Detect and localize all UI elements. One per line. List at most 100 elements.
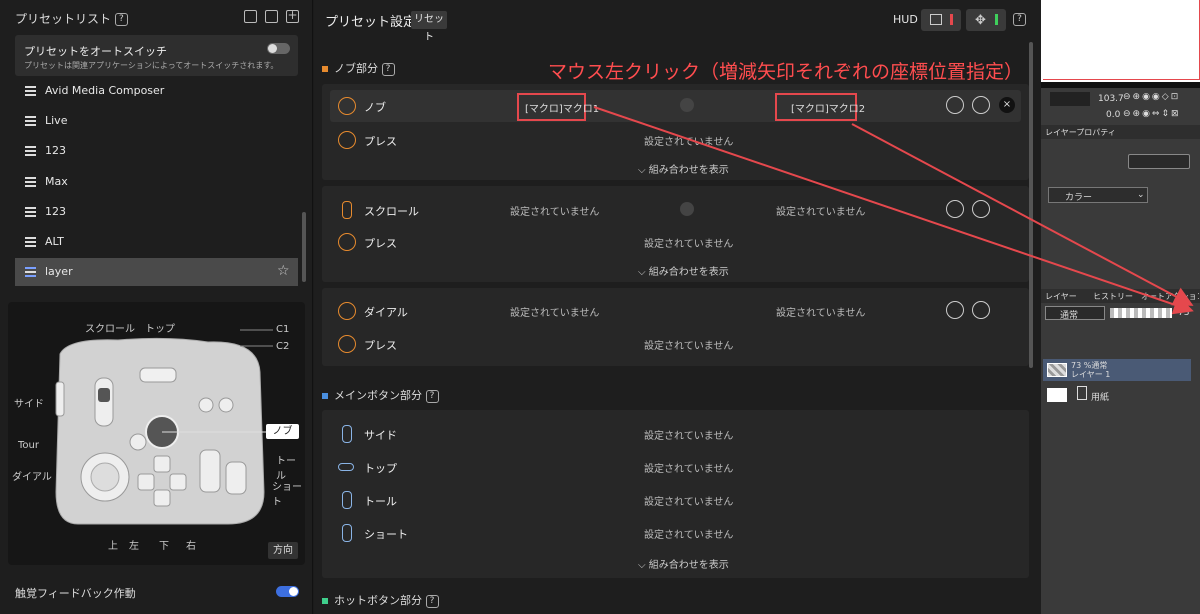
help-icon[interactable]: ?: [114, 13, 128, 26]
auto-switch-desc: プリセットは関連アプリケーションによってオートスイッチされます。: [24, 61, 279, 70]
rotate-controls[interactable]: ⊖⊕◉⇔⇕⊠: [1123, 109, 1181, 119]
preset-item[interactable]: Avid Media Composer: [15, 77, 298, 105]
section-title-text: ホットボタン部分: [334, 594, 422, 607]
label-top: トップ: [145, 324, 175, 335]
hot-button-section-title: ホットボタン部分 ?: [322, 592, 439, 608]
row-value[interactable]: 設定されていません: [644, 460, 733, 475]
auto-switch-title: プリセットをオートスイッチ: [24, 45, 167, 58]
expand-combinations[interactable]: ⌵ 組み合わせを表示: [638, 161, 729, 176]
expand-combinations[interactable]: ⌵ 組み合わせを表示: [638, 263, 729, 278]
toll-icon: [342, 491, 352, 509]
preset-item[interactable]: 123: [15, 198, 298, 226]
row-value[interactable]: 設定されていません: [644, 235, 733, 250]
swap-icon[interactable]: [680, 98, 694, 112]
dpad-icon: ✥: [975, 13, 986, 28]
hud-list-button[interactable]: [921, 9, 961, 31]
hud-pad-button[interactable]: ✥: [966, 9, 1006, 31]
tab-layer-properties[interactable]: レイヤープロパティ: [1045, 127, 1116, 138]
haptic-label: 触覚フィードバック作動: [15, 587, 136, 600]
export-icon[interactable]: [244, 10, 257, 23]
row-left-value[interactable]: 設定されていません: [510, 203, 599, 218]
expression-color-select[interactable]: [1128, 154, 1190, 169]
preset-item-selected[interactable]: layer ☆: [15, 258, 298, 286]
tab-auto-action[interactable]: オートアクション: [1141, 291, 1199, 302]
label-dial: ダイアル: [12, 472, 52, 483]
row-value[interactable]: 設定されていません: [644, 493, 733, 508]
gear-icon[interactable]: [972, 96, 990, 114]
haptic-toggle[interactable]: [276, 586, 299, 597]
label-up: 上: [108, 541, 118, 552]
row-right-value[interactable]: 設定されていません: [776, 203, 865, 218]
layer-row-paper[interactable]: 用紙: [1043, 384, 1191, 406]
zoom-controls[interactable]: ⊖⊕◉◉◇⊡: [1123, 92, 1180, 102]
list-icon: [930, 14, 942, 25]
preset-name: Avid Media Composer: [45, 84, 165, 97]
dial-card: ダイアル 設定されていません 設定されていません プレス 設定されていません: [322, 288, 1029, 366]
label-left: 左: [129, 541, 139, 552]
expand-label: 組み合わせを表示: [648, 560, 729, 571]
row-right-value[interactable]: 設定されていません: [776, 304, 865, 319]
help-icon[interactable]: ?: [425, 389, 439, 403]
swap-icon[interactable]: [680, 202, 694, 216]
label-knob: ノブ: [266, 424, 299, 439]
label-c1: C1: [276, 324, 290, 335]
button-row: トール 設定されていません: [330, 484, 1021, 516]
row-value[interactable]: 設定されていません: [644, 337, 733, 352]
preset-item[interactable]: Max: [15, 168, 298, 196]
preset-item[interactable]: 123: [15, 137, 298, 165]
section-title-text: ノブ部分: [334, 62, 378, 75]
row-value[interactable]: 設定されていません: [644, 526, 733, 541]
menu-icon: [25, 237, 36, 247]
help-icon[interactable]: ?: [1013, 13, 1026, 26]
blend-mode-select[interactable]: 通常: [1045, 306, 1105, 321]
layer-row-selected[interactable]: 73 %通常 レイヤー 1: [1043, 359, 1191, 381]
row-label: ショート: [364, 528, 408, 541]
split-icon[interactable]: [946, 96, 964, 114]
split-icon[interactable]: [946, 301, 964, 319]
color-select[interactable]: カラー ⌄: [1048, 187, 1148, 203]
preset-item[interactable]: Live: [15, 107, 298, 135]
tab-layer[interactable]: レイヤー: [1045, 291, 1077, 302]
star-icon[interactable]: ☆: [277, 263, 290, 279]
expand-combinations[interactable]: ⌵ 組み合わせを表示: [638, 556, 729, 571]
help-icon[interactable]: ?: [425, 594, 439, 608]
gear-icon[interactable]: [972, 200, 990, 218]
scroll-icon: [342, 201, 352, 219]
paper-thumbnail: [1047, 388, 1067, 402]
label-scroll: スクロール: [85, 324, 135, 335]
add-preset-icon[interactable]: +: [286, 9, 299, 23]
press-icon: [338, 335, 356, 353]
settings-scrollbar[interactable]: [1029, 42, 1033, 368]
dial-row: ダイアル 設定されていません 設定されていません: [330, 295, 1021, 327]
layer-tab-bar: レイヤー ヒストリー オートアクション: [1041, 289, 1200, 303]
paper-icon: [1077, 386, 1087, 400]
menu-icon: [25, 177, 36, 187]
zoom-value: 103.7: [1098, 94, 1124, 104]
opacity-slider[interactable]: [1110, 308, 1172, 318]
tab-history[interactable]: ヒストリー: [1093, 291, 1133, 302]
preset-name: 123: [45, 144, 66, 157]
main-buttons-card: サイド 設定されていません トップ 設定されていません トール 設定されていません シ…: [322, 410, 1029, 578]
dial-icon: [338, 302, 356, 320]
row-value[interactable]: 設定されていません: [644, 427, 733, 442]
knob-left-action[interactable]: [マクロ]マクロ1: [525, 100, 599, 115]
paper-label: 用紙: [1091, 393, 1110, 403]
split-icon[interactable]: [946, 200, 964, 218]
label-c2: C2: [276, 341, 290, 352]
help-icon[interactable]: ?: [381, 62, 395, 76]
knob-right-action[interactable]: [マクロ]マクロ2: [791, 100, 865, 115]
preset-name: Max: [45, 175, 68, 188]
direction-button[interactable]: 方向: [268, 542, 298, 559]
preset-list-scrollbar[interactable]: [302, 212, 306, 282]
row-value[interactable]: 設定されていません: [644, 133, 733, 148]
row-left-value[interactable]: 設定されていません: [510, 304, 599, 319]
gear-icon[interactable]: [972, 301, 990, 319]
preset-item[interactable]: ALT: [15, 228, 298, 256]
reset-button[interactable]: リセット: [411, 11, 447, 43]
import-icon[interactable]: [265, 10, 278, 23]
canvas-frame: [1043, 0, 1200, 80]
button-row: サイド 設定されていません: [330, 418, 1021, 450]
auto-switch-toggle[interactable]: [267, 43, 290, 54]
close-icon[interactable]: ×: [999, 97, 1015, 113]
scroll-card: スクロール 設定されていません 設定されていません プレス 設定されていません …: [322, 186, 1029, 282]
